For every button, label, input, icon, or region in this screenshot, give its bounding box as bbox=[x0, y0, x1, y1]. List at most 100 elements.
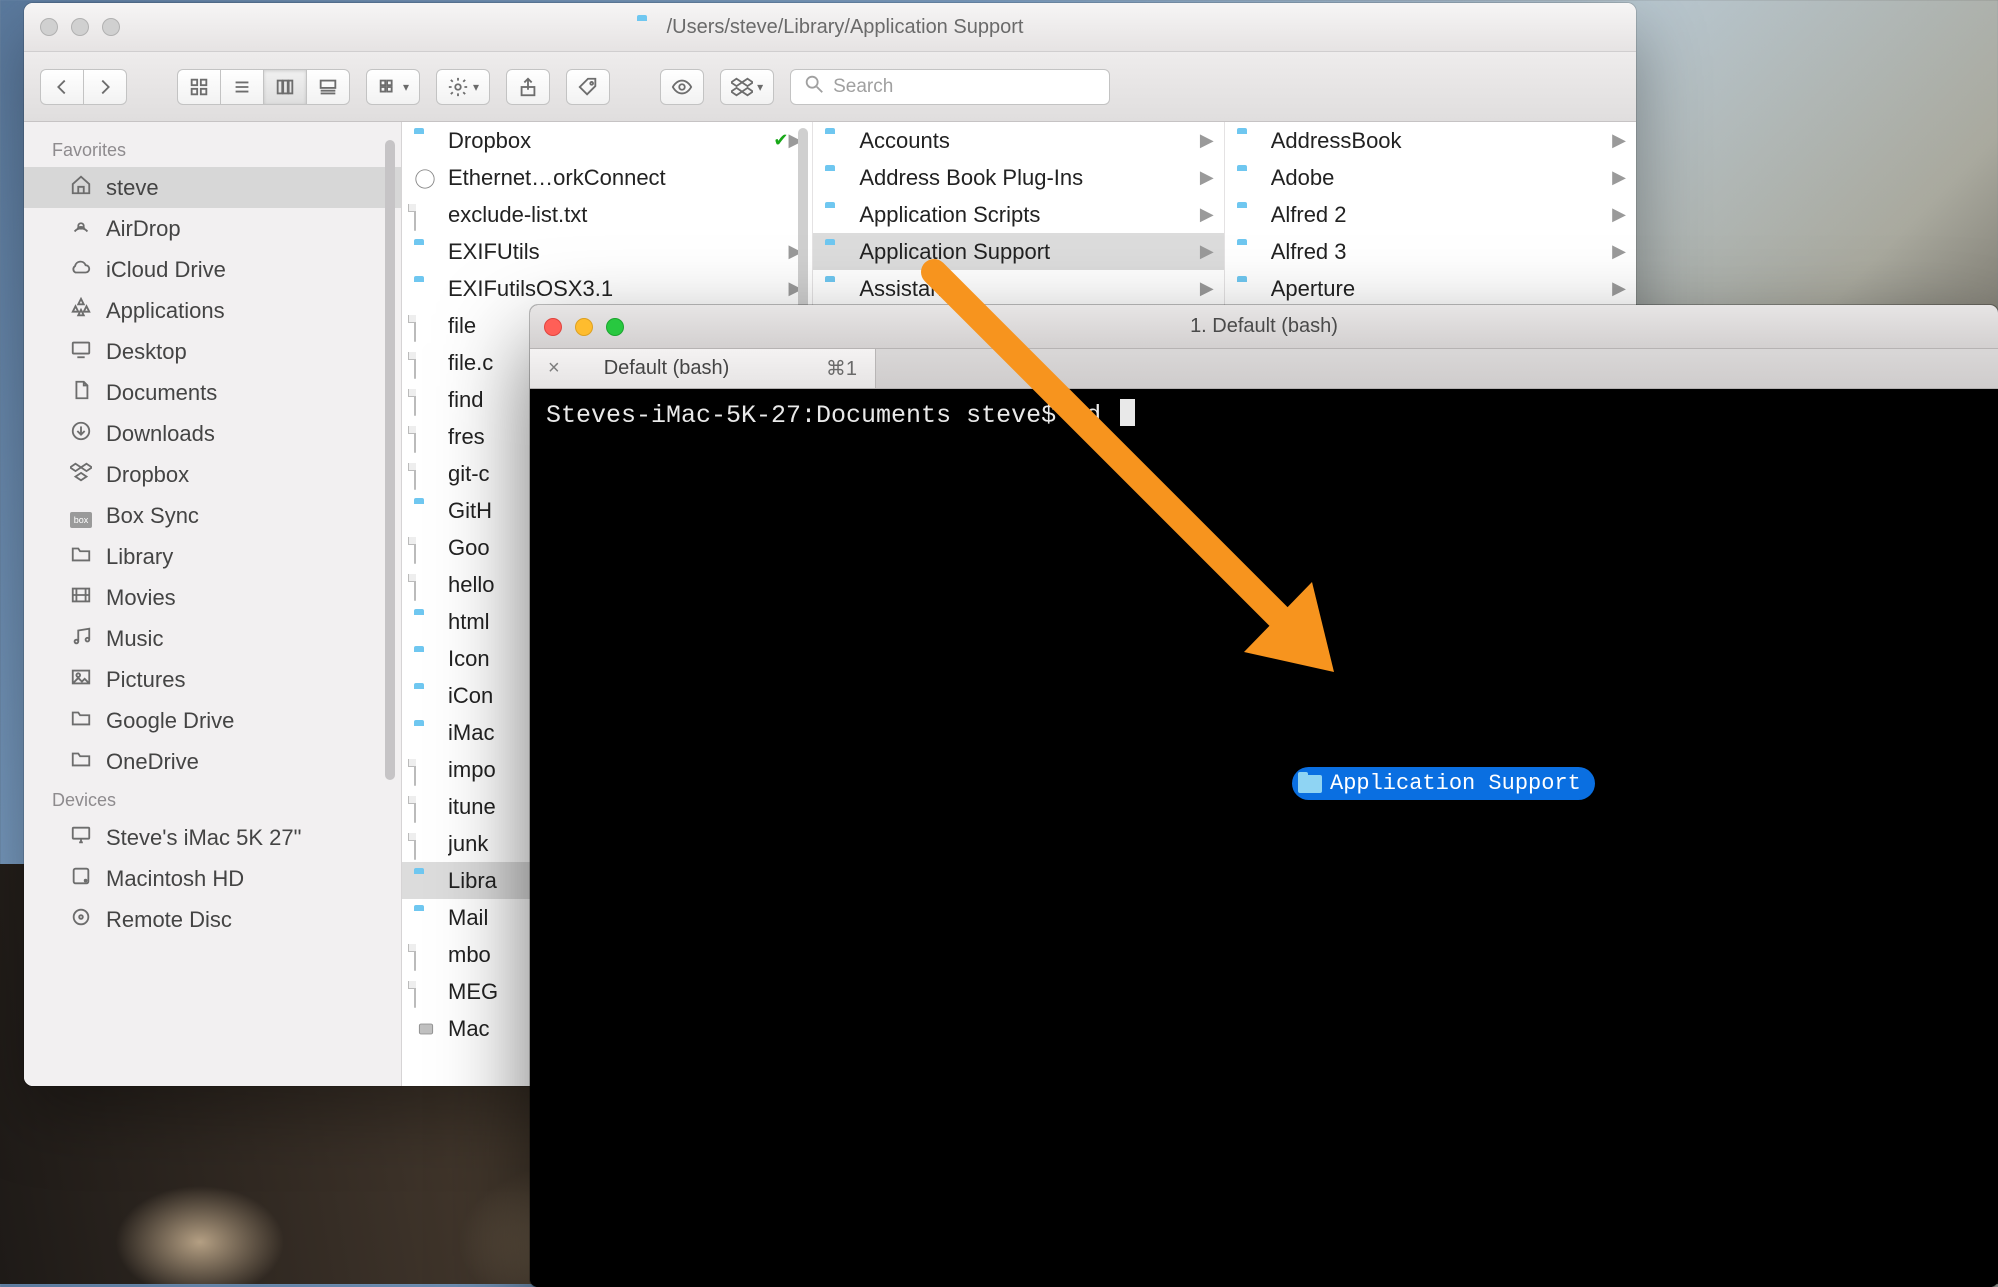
sidebar-item-movies[interactable]: Movies bbox=[24, 577, 401, 618]
tags-button[interactable] bbox=[566, 69, 610, 105]
terminal-tab-label: Default (bash) bbox=[604, 357, 730, 380]
column-view-button[interactable] bbox=[263, 69, 306, 105]
sidebar-item-onedrive[interactable]: OneDrive bbox=[24, 741, 401, 782]
finder-search-field[interactable]: Search bbox=[790, 69, 1110, 105]
cloud-icon bbox=[68, 256, 94, 284]
column-3-row[interactable]: Alfred 3▶ bbox=[1225, 233, 1636, 270]
back-button[interactable] bbox=[40, 69, 83, 105]
disclosure-arrow-icon: ▶ bbox=[1200, 204, 1214, 225]
sidebar-item-box-sync[interactable]: boxBox Sync bbox=[24, 495, 401, 536]
column-2-row[interactable]: Application Scripts▶ bbox=[813, 196, 1223, 233]
disclosure-arrow-icon: ▶ bbox=[1200, 278, 1214, 299]
disk-icon bbox=[414, 1019, 438, 1039]
sidebar-item-label: Box Sync bbox=[106, 503, 199, 529]
sidebar-item-downloads[interactable]: Downloads bbox=[24, 413, 401, 454]
finder-minimize-button[interactable] bbox=[71, 18, 89, 36]
sidebar-item-label: Macintosh HD bbox=[106, 866, 244, 892]
terminal-titlebar[interactable]: 1. Default (bash) bbox=[530, 305, 1998, 349]
grid-icon bbox=[188, 76, 210, 98]
sidebar-item-remote-disc[interactable]: Remote Disc bbox=[24, 899, 401, 940]
sidebar-item-documents[interactable]: Documents bbox=[24, 372, 401, 413]
sidebar-item-google-drive[interactable]: Google Drive bbox=[24, 700, 401, 741]
file-icon bbox=[414, 575, 438, 595]
sidebar-item-dropbox[interactable]: Dropbox bbox=[24, 454, 401, 495]
terminal-tab-1[interactable]: × Default (bash) ⌘1 bbox=[530, 349, 876, 388]
finder-titlebar[interactable]: /Users/steve/Library/Application Support bbox=[24, 3, 1636, 52]
share-button[interactable] bbox=[506, 69, 550, 105]
column-1-row[interactable]: Dropbox✔▶ bbox=[402, 122, 812, 159]
sidebar-item-steve[interactable]: steve bbox=[24, 167, 401, 208]
tag-icon bbox=[577, 76, 599, 98]
finder-close-button[interactable] bbox=[40, 18, 58, 36]
column-2-row[interactable]: Assistant▶ bbox=[813, 270, 1223, 307]
column-2-row[interactable]: Address Book Plug-Ins▶ bbox=[813, 159, 1223, 196]
finder-nav-group bbox=[40, 69, 127, 105]
desktop-icon bbox=[68, 338, 94, 366]
list-view-button[interactable] bbox=[220, 69, 263, 105]
folder-icon bbox=[414, 686, 438, 706]
arrange-button[interactable]: ▾ bbox=[366, 69, 420, 105]
row-name: exclude-list.txt bbox=[448, 202, 802, 228]
dropbox-toolbar-button[interactable]: ▾ bbox=[720, 69, 774, 105]
icon-view-button[interactable] bbox=[177, 69, 220, 105]
sidebar-item-label: Steve's iMac 5K 27" bbox=[106, 825, 301, 851]
row-name: Dropbox bbox=[448, 128, 767, 154]
action-button[interactable]: ▾ bbox=[436, 69, 490, 105]
sidebar-item-music[interactable]: Music bbox=[24, 618, 401, 659]
column-2-row[interactable]: Accounts▶ bbox=[813, 122, 1223, 159]
sidebar-scrollbar[interactable] bbox=[385, 140, 395, 780]
sidebar-item-macintosh-hd[interactable]: Macintosh HD bbox=[24, 858, 401, 899]
column-3-row[interactable]: Aperture▶ bbox=[1225, 270, 1636, 307]
file-icon bbox=[414, 427, 438, 447]
sidebar-item-desktop[interactable]: Desktop bbox=[24, 331, 401, 372]
terminal-zoom-button[interactable] bbox=[606, 318, 624, 336]
quicklook-button[interactable] bbox=[660, 69, 704, 105]
folder-icon bbox=[414, 279, 438, 299]
column-1-row[interactable]: EXIFutilsOSX3.1▶ bbox=[402, 270, 812, 307]
folder-icon bbox=[825, 242, 849, 262]
disk-icon bbox=[68, 865, 94, 893]
column-3-row[interactable]: Adobe▶ bbox=[1225, 159, 1636, 196]
column-3-row[interactable]: Alfred 2▶ bbox=[1225, 196, 1636, 233]
coverflow-view-button[interactable] bbox=[306, 69, 350, 105]
row-name: Accounts bbox=[859, 128, 1200, 154]
sidebar-item-airdrop[interactable]: AirDrop bbox=[24, 208, 401, 249]
terminal-body[interactable]: Steves-iMac-5K-27:Documents steve$ cd Ap… bbox=[530, 389, 1998, 1287]
column-3-row[interactable]: AddressBook▶ bbox=[1225, 122, 1636, 159]
forward-button[interactable] bbox=[83, 69, 127, 105]
folder-proxy-icon[interactable] bbox=[637, 18, 659, 36]
file-icon bbox=[414, 945, 438, 965]
sidebar-item-label: Remote Disc bbox=[106, 907, 232, 933]
column-1-row[interactable]: EXIFUtils▶ bbox=[402, 233, 812, 270]
close-icon[interactable]: × bbox=[548, 357, 560, 380]
apps-icon bbox=[68, 297, 94, 325]
folder-icon bbox=[825, 279, 849, 299]
sidebar-item-library[interactable]: Library bbox=[24, 536, 401, 577]
disclosure-arrow-icon: ▶ bbox=[1612, 204, 1626, 225]
terminal-traffic-lights bbox=[544, 318, 624, 336]
chevron-right-icon bbox=[94, 76, 116, 98]
finder-arrange-group: ▾ bbox=[366, 69, 420, 105]
folder-icon bbox=[414, 501, 438, 521]
sidebar-item-pictures[interactable]: Pictures bbox=[24, 659, 401, 700]
chevron-down-icon: ▾ bbox=[403, 80, 409, 94]
chevron-left-icon bbox=[51, 76, 73, 98]
drag-proxy-folder[interactable]: Application Support bbox=[1292, 767, 1595, 800]
folder-icon bbox=[825, 168, 849, 188]
sidebar-item-applications[interactable]: Applications bbox=[24, 290, 401, 331]
column-1-row[interactable]: Ethernet…orkConnect bbox=[402, 159, 812, 196]
folder-icon bbox=[68, 748, 94, 776]
column-2-row[interactable]: Application Support▶ bbox=[813, 233, 1223, 270]
sidebar-item-steve-s-imac-5k-27-[interactable]: Steve's iMac 5K 27" bbox=[24, 817, 401, 858]
folder-icon bbox=[1237, 205, 1261, 225]
sidebar-item-icloud-drive[interactable]: iCloud Drive bbox=[24, 249, 401, 290]
file-icon bbox=[414, 464, 438, 484]
column-1-row[interactable]: exclude-list.txt bbox=[402, 196, 812, 233]
terminal-minimize-button[interactable] bbox=[575, 318, 593, 336]
disclosure-arrow-icon: ▶ bbox=[1200, 130, 1214, 151]
terminal-close-button[interactable] bbox=[544, 318, 562, 336]
share-icon bbox=[517, 76, 539, 98]
folder-icon bbox=[1237, 242, 1261, 262]
file-icon bbox=[414, 390, 438, 410]
finder-zoom-button[interactable] bbox=[102, 18, 120, 36]
